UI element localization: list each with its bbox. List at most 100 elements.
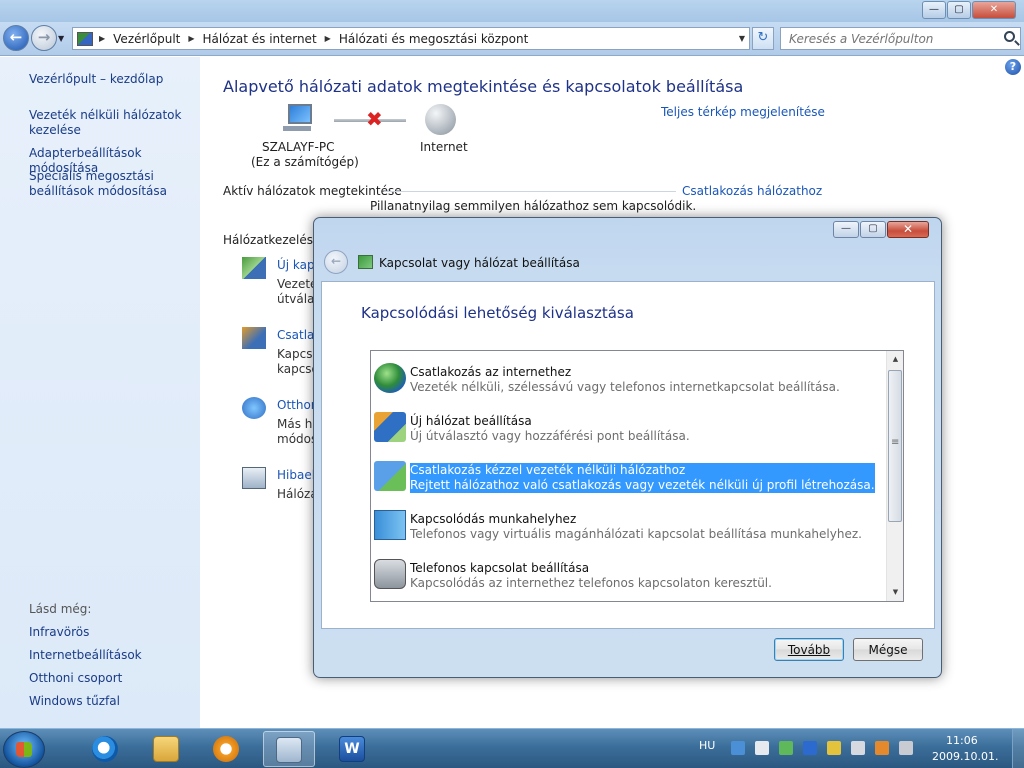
word-icon: W [339,736,365,762]
clock-date[interactable]: 2009.10.01. [932,750,998,763]
tray-wireless-icon[interactable] [875,741,889,755]
network-wizard-icon [358,255,373,269]
option-description: Rejtett hálózathoz való csatlakozás vagy… [410,478,875,492]
list-item[interactable]: Telefonos kapcsolat beállítása Kapcsolódá… [371,551,885,599]
next-button[interactable]: Tovább [774,638,844,661]
page-title: Alapvető hálózati adatok megtekintése és… [223,77,744,96]
option-description: Kapcsolódás az internethez telefonos kap… [410,576,772,590]
volume-muted-icon[interactable] [899,741,913,755]
option-title: Új hálózat beállítása [410,414,532,428]
connect-to-network-link[interactable]: Csatlakozás hálózathoz [682,184,822,198]
list-item[interactable]: Csatlakozás kézzel vezeték nélküli hálóz… [371,453,885,501]
taskbar-control-panel[interactable] [263,731,315,767]
control-panel-icon [77,31,93,46]
forward-button[interactable]: → [31,25,57,51]
computer-subtitle: (Ez a számítógép) [251,155,359,169]
search-icon[interactable] [1004,31,1015,42]
address-dropdown-icon[interactable]: ▼ [735,34,749,43]
minimize-button[interactable]: — [922,1,946,19]
active-networks-heading: Aktív hálózatok megtekintése [223,184,402,198]
clock-time[interactable]: 11:06 [946,734,978,747]
control-panel-icon [276,737,302,763]
breadcrumb-separator[interactable]: ▶ [97,34,107,43]
search-input[interactable] [781,28,991,49]
breadcrumb-control-panel[interactable]: Vezérlőpult [107,32,186,46]
start-button[interactable] [3,731,45,768]
internet-explorer-icon [92,736,118,762]
internet-globe-icon[interactable] [425,104,456,135]
taskbar: W HU 11:06 2009.10.01. [0,728,1024,768]
sidebar-link-wireless[interactable]: Vezeték nélküli hálózatok kezelése [29,108,197,138]
disconnected-x-icon[interactable]: ✖ [366,108,383,130]
help-icon[interactable]: ? [1005,59,1021,75]
maximize-button[interactable]: ▢ [947,1,971,19]
list-item[interactable]: Csatlakozás az internethez Vezeték nélkül… [371,355,885,403]
language-indicator[interactable]: HU [699,739,715,752]
workplace-icon [374,510,406,540]
tray-shield-icon[interactable] [827,741,841,755]
sidebar-link-infrared[interactable]: Infravörös [29,625,197,640]
close-button[interactable]: ✕ [972,1,1016,19]
back-button[interactable]: ← [3,25,29,51]
refresh-button[interactable]: ↻ [752,27,774,50]
homegroup-icon [242,397,266,419]
computer-icon[interactable] [283,104,313,132]
sidebar-link-home[interactable]: Vezérlőpult – kezdőlap [29,72,197,87]
taskbar-explorer[interactable] [141,731,193,767]
list-item[interactable]: Kapcsolódás munkahelyhez Telefonos vagy v… [371,502,885,550]
scroll-thumb[interactable] [888,370,902,522]
option-title: Kapcsolódás munkahelyhez [410,512,577,526]
show-desktop-button[interactable] [1012,729,1024,768]
scroll-down-arrow-icon[interactable]: ▼ [887,584,903,601]
see-also-heading: Lásd még: [29,602,92,616]
search-box[interactable] [780,27,1021,50]
connection-wizard-dialog: — ▢ ✕ ← Kapcsolat vagy hálózat beállítás… [313,217,942,678]
divider [384,191,676,192]
network-setup-icon [374,412,406,442]
connect-network-icon [242,327,266,349]
globe-icon [374,363,406,393]
taskbar-word[interactable]: W [327,731,379,767]
new-connection-icon [242,257,266,279]
cancel-button[interactable]: Mégse [853,638,923,661]
sidebar-link-internet-options[interactable]: Internetbeállítások [29,648,197,663]
connection-options-list[interactable]: Csatlakozás az internethez Vezeték nélkül… [370,350,904,602]
breadcrumb-network-center[interactable]: Hálózati és megosztási központ [333,32,534,46]
folder-icon [153,736,179,762]
no-connection-text: Pillanatnyilag semmilyen hálózathoz sem … [370,199,697,213]
sidebar-link-sharing[interactable]: Speciális megosztási beállítások módosít… [29,169,197,199]
dialog-title: Kapcsolat vagy hálózat beállítása [379,256,580,270]
full-map-link[interactable]: Teljes térkép megjelenítése [661,105,825,119]
tray-update-icon[interactable] [779,741,793,755]
sidebar-link-homegroup[interactable]: Otthoni csoport [29,671,197,686]
internet-label: Internet [420,140,468,154]
sidebar-link-firewall[interactable]: Windows tűzfal [29,694,197,709]
breadcrumb-network-internet[interactable]: Hálózat és internet [197,32,323,46]
breadcrumb-separator[interactable]: ▶ [323,34,333,43]
option-description: Telefonos vagy virtuális magánhálózati k… [410,527,862,541]
tray-device-icon[interactable] [851,741,865,755]
dialog-content: Kapcsolódási lehetőség kiválasztása Csat… [321,281,935,629]
troubleshoot-icon [242,467,266,489]
sidebar: Vezérlőpult – kezdőlap Vezeték nélküli h… [0,57,200,728]
navigation-bar: ← → ▼ ▶ Vezérlőpult ▶ Hálózat és interne… [0,22,1024,56]
breadcrumb-separator[interactable]: ▶ [186,34,196,43]
wizard-back-button[interactable]: ← [324,250,348,274]
list-item[interactable]: Új hálózat beállítása Új útválasztó vagy … [371,404,885,452]
list-scrollbar[interactable]: ▲ ▼ [886,351,903,601]
dialog-minimize-button[interactable]: — [833,221,859,238]
taskbar-media-player[interactable] [201,731,253,767]
action-center-flag-icon[interactable] [755,741,769,755]
recent-pages-dropdown[interactable]: ▼ [58,34,64,43]
option-title: Csatlakozás kézzel vezeték nélküli hálóz… [410,463,686,477]
taskbar-internet-explorer[interactable] [80,731,132,767]
address-bar[interactable]: ▶ Vezérlőpult ▶ Hálózat és internet ▶ Há… [72,27,750,50]
bluetooth-icon[interactable] [803,741,817,755]
option-title: Telefonos kapcsolat beállítása [410,561,590,575]
dialog-maximize-button[interactable]: ▢ [860,221,886,238]
tray-network-icon[interactable] [731,741,745,755]
media-player-icon [213,736,239,762]
dialog-close-button[interactable]: ✕ [887,221,929,238]
scroll-up-arrow-icon[interactable]: ▲ [887,351,903,368]
wireless-network-icon [374,461,406,491]
